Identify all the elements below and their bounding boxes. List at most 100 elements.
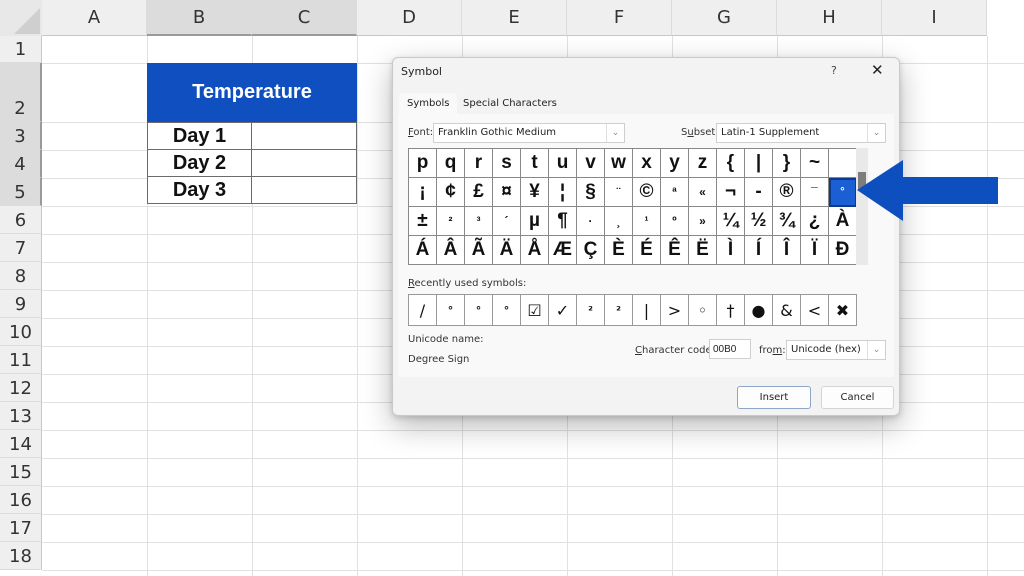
symbol-cell[interactable]: w <box>605 149 633 178</box>
row-header-11[interactable]: 11 <box>0 346 42 374</box>
symbol-cell[interactable]: µ <box>521 207 549 236</box>
symbol-cell[interactable]: Ë <box>689 236 717 265</box>
symbol-cell[interactable]: ¶ <box>549 207 577 236</box>
column-header-d[interactable]: D <box>357 0 462 36</box>
row-header-15[interactable]: 15 <box>0 458 42 486</box>
day-1-cell[interactable]: Day 1 <box>147 122 252 150</box>
select-all-corner[interactable] <box>0 0 42 36</box>
symbol-cell[interactable]: t <box>521 149 549 178</box>
symbol-cell[interactable]: Ã <box>465 236 493 265</box>
symbol-cell[interactable]: Ç <box>577 236 605 265</box>
day-3-cell[interactable]: Day 3 <box>147 176 252 204</box>
row-header-1[interactable]: 1 <box>0 36 42 63</box>
row-header-6[interactable]: 6 <box>0 206 42 234</box>
symbol-cell[interactable]: ¹ <box>633 207 661 236</box>
symbol-cell[interactable]: À <box>829 207 857 236</box>
symbol-cell[interactable]: Á <box>409 236 437 265</box>
symbol-cell[interactable]: Î <box>773 236 801 265</box>
row-header-17[interactable]: 17 <box>0 514 42 542</box>
symbol-cell[interactable]: ¢ <box>437 178 465 207</box>
symbol-cell[interactable]: Í <box>745 236 773 265</box>
insert-button[interactable]: Insert <box>737 386 811 409</box>
recent-symbol-cell[interactable]: † <box>717 295 745 326</box>
recent-symbol-cell[interactable]: > <box>661 295 689 326</box>
column-header-a[interactable]: A <box>42 0 147 36</box>
day-1-value-cell[interactable] <box>252 122 357 150</box>
row-header-7[interactable]: 7 <box>0 234 42 262</box>
symbol-cell[interactable] <box>829 149 857 178</box>
symbol-cell[interactable]: © <box>633 178 661 207</box>
symbol-cell[interactable]: ¯ <box>801 178 829 207</box>
row-header-4[interactable]: 4 <box>0 150 42 178</box>
recent-symbol-cell[interactable]: ● <box>745 295 773 326</box>
recent-symbol-cell[interactable]: ° <box>465 295 493 326</box>
close-icon[interactable]: ✕ <box>871 61 884 79</box>
character-code-input[interactable] <box>709 339 751 359</box>
column-header-c[interactable]: C <box>252 0 357 36</box>
day-2-cell[interactable]: Day 2 <box>147 149 252 177</box>
subset-select[interactable]: Latin-1 Supplement ⌄ <box>716 123 886 143</box>
from-select[interactable]: Unicode (hex) ⌄ <box>786 340 886 360</box>
symbol-cell[interactable]: v <box>577 149 605 178</box>
symbol-cell[interactable]: Ð <box>829 236 857 265</box>
recent-symbol-cell[interactable]: | <box>633 295 661 326</box>
row-header-13[interactable]: 13 <box>0 402 42 430</box>
symbol-cell[interactable]: · <box>577 207 605 236</box>
recent-symbol-cell[interactable]: ✖ <box>829 295 857 326</box>
symbol-cell[interactable]: p <box>409 149 437 178</box>
day-3-value-cell[interactable] <box>252 176 357 204</box>
symbol-cell[interactable]: º <box>661 207 689 236</box>
symbol-cell[interactable]: ¦ <box>549 178 577 207</box>
row-header-8[interactable]: 8 <box>0 262 42 290</box>
column-header-g[interactable]: G <box>672 0 777 36</box>
tab-special-characters[interactable]: Special Characters <box>455 93 565 115</box>
symbol-cell[interactable]: È <box>605 236 633 265</box>
symbol-cell[interactable]: Ï <box>801 236 829 265</box>
row-header-3[interactable]: 3 <box>0 122 42 150</box>
symbol-cell[interactable]: » <box>689 207 717 236</box>
row-header-18[interactable]: 18 <box>0 542 42 570</box>
symbol-cell[interactable]: ¥ <box>521 178 549 207</box>
symbol-cell[interactable]: ¨ <box>605 178 633 207</box>
symbol-cell[interactable]: u <box>549 149 577 178</box>
symbol-cell[interactable]: ¤ <box>493 178 521 207</box>
symbol-cell[interactable]: « <box>689 178 717 207</box>
symbol-cell[interactable]: É <box>633 236 661 265</box>
symbol-cell[interactable]: Æ <box>549 236 577 265</box>
symbol-cell[interactable]: ½ <box>745 207 773 236</box>
symbol-cell[interactable]: ¼ <box>717 207 745 236</box>
symbol-cell-selected[interactable]: ° <box>829 178 857 207</box>
symbol-cell[interactable]: Å <box>521 236 549 265</box>
row-header-14[interactable]: 14 <box>0 430 42 458</box>
day-2-value-cell[interactable] <box>252 149 357 177</box>
column-header-e[interactable]: E <box>462 0 567 36</box>
tab-symbols[interactable]: Symbols <box>399 93 458 115</box>
symbol-cell[interactable]: Ê <box>661 236 689 265</box>
recent-symbol-cell[interactable]: ° <box>437 295 465 326</box>
temperature-header-cell[interactable]: Temperature <box>147 63 357 122</box>
row-header-10[interactable]: 10 <box>0 318 42 346</box>
symbol-cell[interactable]: ³ <box>465 207 493 236</box>
row-header-9[interactable]: 9 <box>0 290 42 318</box>
recent-symbol-cell[interactable]: ² <box>577 295 605 326</box>
symbol-cell[interactable]: } <box>773 149 801 178</box>
symbol-cell[interactable]: - <box>745 178 773 207</box>
symbol-cell[interactable]: ® <box>773 178 801 207</box>
recent-symbol-cell[interactable]: ² <box>605 295 633 326</box>
cancel-button[interactable]: Cancel <box>821 386 894 409</box>
symbol-cell[interactable]: Ì <box>717 236 745 265</box>
symbol-cell[interactable]: ± <box>409 207 437 236</box>
symbol-cell[interactable]: ¿ <box>801 207 829 236</box>
symbol-cell[interactable]: z <box>689 149 717 178</box>
column-header-i[interactable]: I <box>882 0 987 36</box>
symbol-cell[interactable]: ¡ <box>409 178 437 207</box>
column-header-b[interactable]: B <box>147 0 252 36</box>
symbol-cell[interactable]: s <box>493 149 521 178</box>
symbol-cell[interactable]: | <box>745 149 773 178</box>
recent-symbol-cell[interactable]: ☑ <box>521 295 549 326</box>
symbol-cell[interactable]: £ <box>465 178 493 207</box>
recent-symbol-cell[interactable]: < <box>801 295 829 326</box>
symbol-cell[interactable]: x <box>633 149 661 178</box>
row-header-16[interactable]: 16 <box>0 486 42 514</box>
row-header-12[interactable]: 12 <box>0 374 42 402</box>
